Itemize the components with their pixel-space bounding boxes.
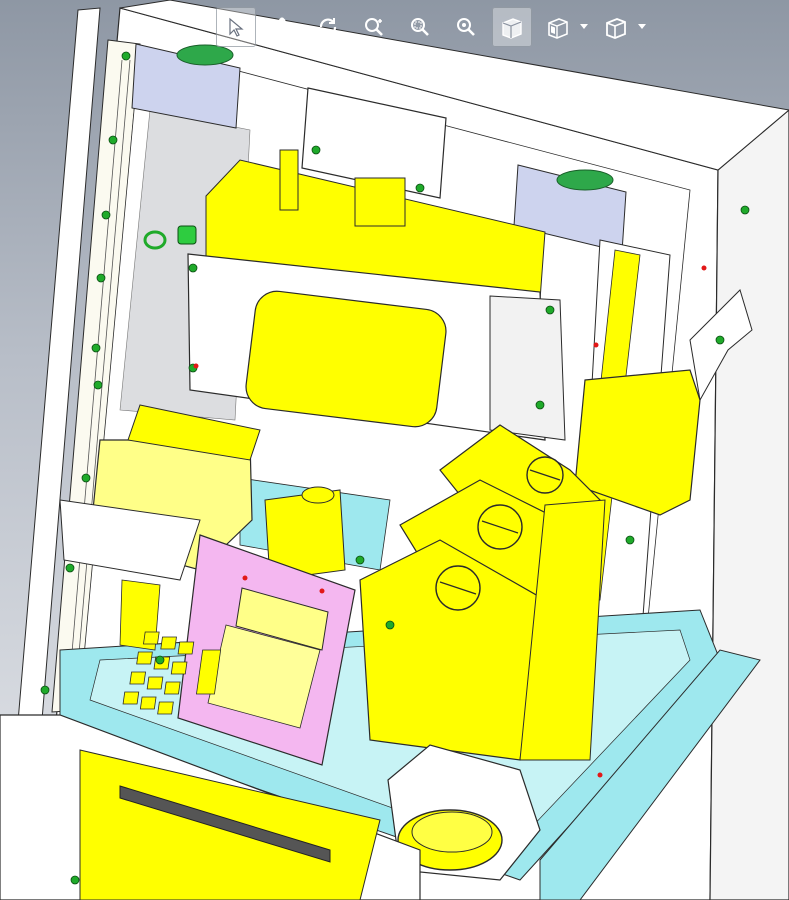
center-motor-cap	[301, 486, 335, 504]
select-icon[interactable]	[216, 7, 256, 47]
upper-yellow-box	[354, 177, 406, 227]
view-cube-dropdown-icon[interactable]	[636, 7, 648, 47]
left-wall-green-block	[177, 225, 197, 245]
zoom-to-fit-icon[interactable]	[354, 7, 394, 47]
zoom-in-out-icon[interactable]	[446, 7, 486, 47]
rotate-icon[interactable]	[308, 7, 348, 47]
pan-icon[interactable]	[262, 7, 302, 47]
view-orientation-icon[interactable]	[492, 7, 532, 47]
display-style-icon[interactable]	[538, 7, 578, 47]
cabinet-model[interactable]	[0, 0, 789, 900]
cad-viewport[interactable]	[0, 0, 789, 900]
upper-yellow-post	[279, 149, 299, 211]
white-tray-side	[489, 295, 566, 441]
coin-cup-inner	[411, 811, 493, 853]
green-roller-right	[556, 169, 614, 191]
heads-up-view-toolbar	[210, 6, 654, 48]
view-cube-icon[interactable]	[596, 7, 636, 47]
display-style-dropdown-icon[interactable]	[578, 7, 590, 47]
green-roller-left	[176, 44, 234, 66]
tray-yellow-window	[245, 290, 447, 428]
cabinet-right-side	[709, 109, 789, 900]
zoom-to-area-icon[interactable]	[400, 7, 440, 47]
